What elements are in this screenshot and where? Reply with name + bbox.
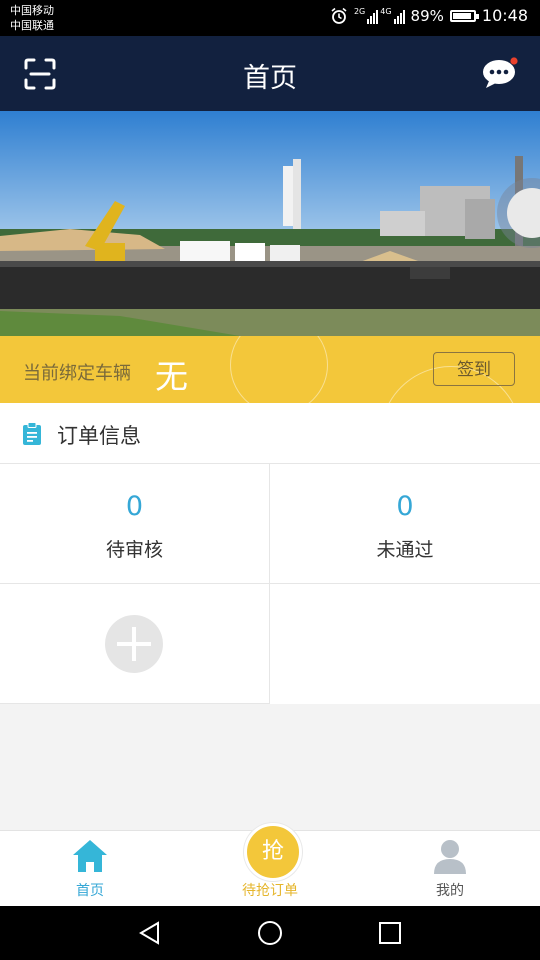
battery-fill <box>452 12 471 19</box>
signal-icon: 2G 4G <box>353 6 405 24</box>
decor-ring <box>230 336 328 403</box>
app-header: 首页 <box>0 36 540 111</box>
tab-grab-label: 待抢订单 <box>242 883 298 899</box>
tab-grab-orders[interactable]: 抢 待抢订单 <box>180 823 360 907</box>
order-grid: 0 待审核 0 未通过 <box>0 464 540 704</box>
tab-home-label: 首页 <box>76 883 104 899</box>
tab-mine-label: 我的 <box>436 883 464 899</box>
system-nav-bar <box>0 906 540 960</box>
banner-image[interactable] <box>0 111 540 336</box>
status-icons: 2G 4G 89% 10:48 <box>330 6 528 25</box>
bottom-tab-bar: 首页 抢 待抢订单 我的 <box>0 823 540 907</box>
page-title: 首页 <box>243 63 297 94</box>
order-pending-review[interactable]: 0 待审核 <box>0 464 270 584</box>
add-order-cell[interactable] <box>0 584 270 704</box>
carrier-2: 中国联通 <box>10 19 54 32</box>
net-type-1: 2G <box>353 6 366 16</box>
notification-dot <box>510 57 518 65</box>
clock: 10:48 <box>481 6 528 25</box>
status-bar: 中国移动 中国联通 2G 4G 89% 10:48 <box>0 0 540 36</box>
vehicle-bar: 当前绑定车辆 无 签到 <box>0 336 540 403</box>
recents-icon[interactable] <box>378 921 402 945</box>
checkin-button[interactable]: 签到 <box>433 352 515 386</box>
net-type-2: 4G <box>380 6 392 16</box>
back-icon[interactable] <box>138 921 162 945</box>
user-icon <box>434 840 466 874</box>
chat-icon[interactable] <box>482 56 520 90</box>
order-section-header: 订单信息 <box>0 403 540 464</box>
clipboard-icon <box>23 422 41 445</box>
battery-percent: 89% <box>410 6 444 25</box>
rejected-count: 0 <box>396 491 414 522</box>
carrier-1: 中国移动 <box>10 4 54 17</box>
battery-icon <box>449 9 479 22</box>
grab-icon[interactable]: 抢 <box>244 823 302 881</box>
vehicle-value: 无 <box>155 357 188 396</box>
pending-review-count: 0 <box>125 491 144 522</box>
tab-home[interactable]: 首页 <box>0 831 180 907</box>
vehicle-label: 当前绑定车辆 <box>23 363 131 384</box>
plus-icon[interactable] <box>105 615 163 673</box>
industrial-scene-image <box>0 111 540 336</box>
order-rejected[interactable]: 0 未通过 <box>270 464 540 584</box>
tab-mine[interactable]: 我的 <box>360 831 540 907</box>
order-section-title: 订单信息 <box>57 424 141 448</box>
rejected-label: 未通过 <box>376 539 434 561</box>
alarm-icon <box>331 7 347 24</box>
carrier-info: 中国移动 中国联通 <box>10 3 54 33</box>
pending-review-label: 待审核 <box>105 539 163 561</box>
home-icon <box>73 840 107 872</box>
home-circle-icon[interactable] <box>257 920 283 946</box>
